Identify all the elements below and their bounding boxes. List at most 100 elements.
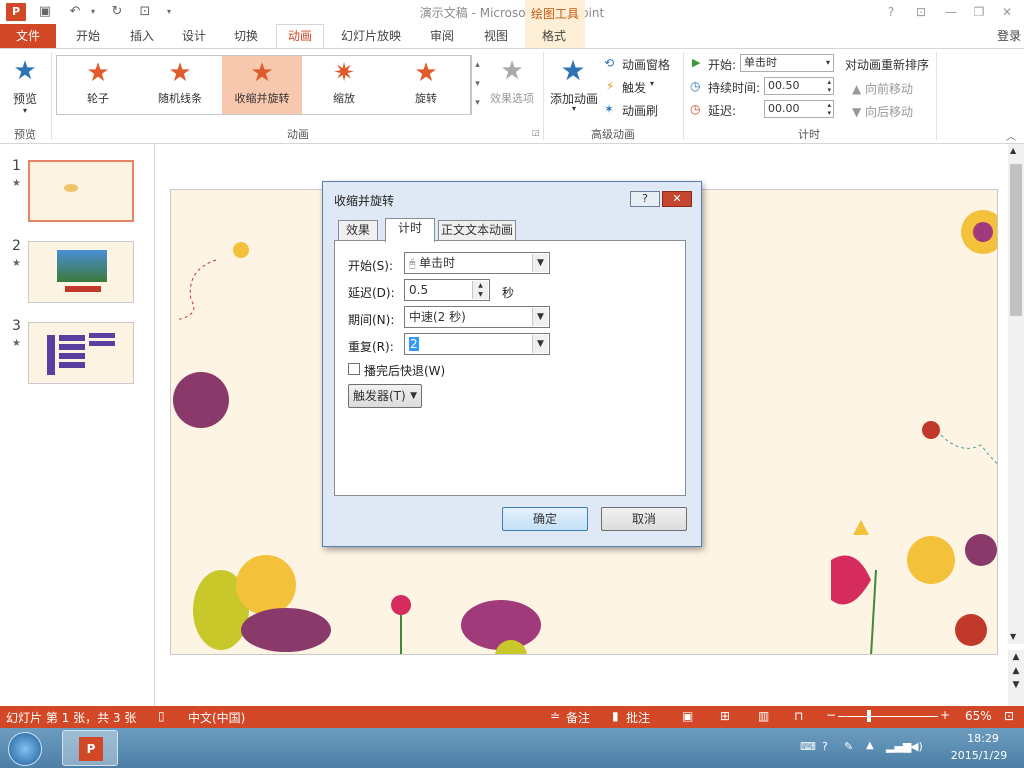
dropdown-arrow-icon[interactable]: ▼: [532, 254, 548, 272]
network-icon[interactable]: ▂▄▆: [886, 740, 911, 753]
dropdown-arrow-icon[interactable]: ▼: [532, 308, 548, 326]
dialog-tab-effect[interactable]: 效果: [338, 220, 378, 241]
ime-icon[interactable]: ✎: [844, 740, 853, 753]
tab-animations[interactable]: 动画: [276, 24, 324, 49]
minimize-icon[interactable]: —: [940, 2, 962, 22]
effect-options-icon[interactable]: ★: [496, 56, 528, 86]
move-earlier-button[interactable]: ▲ 向前移动: [852, 80, 913, 97]
tray-expand-icon[interactable]: ▲: [866, 740, 874, 751]
gallery-item-shrink-turn[interactable]: ★ 收缩并旋转: [222, 56, 302, 114]
vertical-scrollbar[interactable]: ▲ ▼: [1008, 144, 1024, 644]
tab-design[interactable]: 设计: [174, 26, 214, 48]
gallery-item-spin[interactable]: ★ 旋转: [386, 56, 466, 114]
zoom-out-icon[interactable]: −: [826, 708, 836, 722]
delay-value: 00.00: [768, 102, 800, 115]
tab-home[interactable]: 开始: [68, 26, 108, 48]
start-select[interactable]: 单击时 ▾: [740, 54, 834, 72]
delay-spinner[interactable]: ▴ ▾: [827, 101, 831, 117]
tab-file[interactable]: 文件: [0, 24, 56, 48]
help-tray-icon[interactable]: ?: [822, 740, 828, 753]
duration-spinner[interactable]: ▴ ▾: [827, 78, 831, 94]
zoom-level[interactable]: 65%: [965, 709, 992, 723]
start-button-icon[interactable]: [8, 732, 42, 766]
dialog-close-button[interactable]: ✕: [662, 191, 692, 207]
close-icon[interactable]: ✕: [996, 2, 1018, 22]
spellcheck-icon[interactable]: ▯: [158, 709, 165, 723]
start-select-dropdown-icon[interactable]: ▾: [826, 55, 830, 71]
dropdown-arrow-icon[interactable]: ▼: [532, 335, 548, 353]
trigger-button[interactable]: 触发: [622, 79, 646, 96]
cancel-button[interactable]: 取消: [601, 507, 687, 531]
slide-thumbnail-1[interactable]: [28, 160, 134, 222]
scroll-up-icon[interactable]: ▲: [1010, 146, 1016, 155]
trigger-dropdown-icon[interactable]: ▾: [650, 79, 654, 88]
zoom-slider-thumb[interactable]: [867, 710, 871, 722]
tab-format[interactable]: 格式: [534, 26, 574, 48]
animation-pane-button[interactable]: 动画窗格: [622, 56, 670, 73]
comments-button[interactable]: 批注: [626, 709, 650, 726]
notes-icon[interactable]: ≐: [550, 709, 560, 723]
delay-spinner[interactable]: ▲ ▼: [472, 281, 488, 299]
preview-button[interactable]: 预览: [4, 90, 46, 107]
comments-icon[interactable]: ▮: [612, 709, 619, 723]
dialog-delay-input[interactable]: 0.5 ▲ ▼: [404, 279, 490, 301]
normal-view-icon[interactable]: ▣: [682, 709, 693, 723]
volume-icon[interactable]: ◀): [910, 740, 923, 753]
move-later-icon: ▼: [852, 105, 866, 119]
tab-review[interactable]: 审阅: [422, 26, 462, 48]
taskbar-powerpoint[interactable]: P: [62, 730, 118, 766]
notes-button[interactable]: 备注: [566, 709, 590, 726]
scroll-thumb[interactable]: [1010, 164, 1022, 316]
dialog-tab-timing[interactable]: 计时: [385, 218, 435, 242]
effect-options-button[interactable]: 效果选项: [484, 90, 540, 106]
slide-info: 幻灯片 第 1 张，共 3 张: [6, 711, 137, 725]
login-link[interactable]: 登录: [994, 26, 1024, 48]
gallery-item-wheel[interactable]: ★ 轮子: [58, 56, 138, 114]
slide-thumbnail-2[interactable]: [28, 241, 134, 303]
move-later-button[interactable]: ▼ 向后移动: [852, 103, 913, 120]
slide-sorter-icon[interactable]: ⊞: [720, 709, 730, 723]
dialog-help-button[interactable]: ?: [630, 191, 660, 207]
zoom-slider[interactable]: [838, 716, 938, 717]
animation-painter-icon[interactable]: ✶: [604, 102, 614, 116]
animation-pane-icon[interactable]: ⟲: [604, 56, 614, 70]
slide-nav-buttons[interactable]: ▲ ▲ ▼: [1008, 650, 1024, 706]
trigger-button[interactable]: 触发器(T) ▼: [348, 384, 422, 408]
gallery-item-zoom[interactable]: ✷ 缩放: [304, 56, 384, 114]
rewind-checkbox[interactable]: [348, 363, 360, 375]
add-animation-dropdown-icon[interactable]: ▾: [562, 104, 586, 113]
ok-button[interactable]: 确定: [502, 507, 588, 531]
tab-view[interactable]: 视图: [476, 26, 516, 48]
clock-date[interactable]: 2015/1/29: [940, 749, 1018, 762]
keyboard-icon[interactable]: ⌨: [800, 740, 816, 753]
clock-time[interactable]: 18:29: [948, 732, 1018, 745]
preview-star-icon[interactable]: ★: [8, 56, 42, 86]
dialog-launcher-icon[interactable]: ◲: [532, 128, 540, 137]
tab-transitions[interactable]: 切换: [226, 26, 266, 48]
slideshow-view-icon[interactable]: ⊓: [794, 709, 803, 723]
help-icon[interactable]: ?: [880, 2, 902, 22]
tab-insert[interactable]: 插入: [122, 26, 162, 48]
scroll-down-icon[interactable]: ▼: [1010, 632, 1016, 641]
delay-input[interactable]: 00.00 ▴ ▾: [764, 100, 834, 118]
zoom-in-icon[interactable]: +: [940, 708, 950, 722]
tab-slideshow[interactable]: 幻灯片放映: [336, 26, 406, 48]
gallery-item-random-bars[interactable]: ★ 随机线条: [140, 56, 220, 114]
gallery-scroll[interactable]: ▴ ▾ ▾: [470, 56, 484, 114]
dialog-start-select[interactable]: 🖰 单击时 ▼: [404, 252, 550, 274]
trigger-icon[interactable]: ⚡: [606, 79, 614, 93]
ribbon-display-icon[interactable]: ⊡: [910, 2, 932, 22]
preview-dropdown-icon[interactable]: ▾: [4, 106, 46, 115]
reading-view-icon[interactable]: ▥: [758, 709, 769, 723]
dialog-repeat-select[interactable]: 2 ▼: [404, 333, 550, 355]
duration-input[interactable]: 00.50 ▴ ▾: [764, 77, 834, 95]
fit-slide-icon[interactable]: ⊡: [1004, 709, 1014, 723]
collapse-ribbon-icon[interactable]: ︿: [1006, 128, 1016, 143]
animation-painter-button[interactable]: 动画刷: [622, 102, 658, 119]
slide-thumbnail-3[interactable]: [28, 322, 134, 384]
dialog-period-select[interactable]: 中速(2 秒) ▼: [404, 306, 550, 328]
add-animation-icon[interactable]: ★: [556, 54, 590, 87]
language-indicator[interactable]: 中文(中国): [188, 709, 245, 726]
dialog-tab-text-animation[interactable]: 正文文本动画: [438, 220, 516, 241]
restore-icon[interactable]: ❐: [968, 2, 990, 22]
